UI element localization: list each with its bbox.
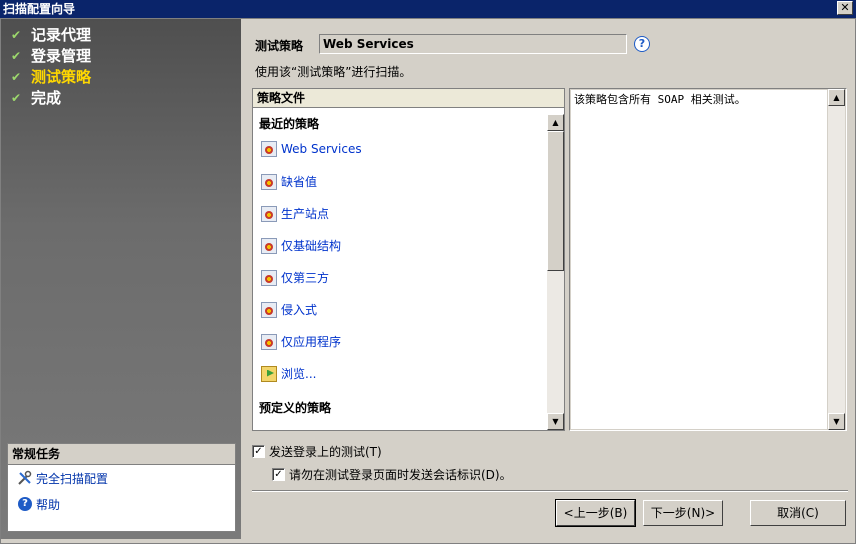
no-session-id-checkbox[interactable]: ✓ 请勿在测试登录页面时发送会话标识(D)。 [272,466,512,483]
tools-icon [16,470,34,486]
browse-link[interactable]: 浏览... [261,365,316,382]
common-tasks-header: 常规任务 [8,444,235,465]
help-question-icon[interactable]: ? [634,36,650,52]
scrollbar-thumb[interactable] [547,131,564,271]
policy-item-web-services[interactable]: Web Services [261,141,362,157]
policy-icon [261,205,277,222]
policy-item-third-party-only[interactable]: 仅第三方 [261,269,329,286]
checkmark-icon: ✔ [11,49,22,63]
task-help[interactable]: ? 帮助 [8,491,235,517]
step-login-management: ✔ 登录管理 [11,47,92,65]
checkmark-icon: ✔ [11,28,22,42]
step-finish: ✔ 完成 [11,89,62,107]
policy-files-panel: 策略文件 最近的策略 Web Services 缺省值 生产站点 仅基础结构 仅… [252,88,565,431]
policy-label: 测试策略 [255,39,304,53]
description-scrollbar[interactable]: ▲ ▼ [828,89,845,430]
policy-icon [261,269,277,286]
title-bar: 扫描配置向导 ✕ [0,0,856,18]
policy-icon [261,237,277,254]
scroll-up-icon[interactable]: ▲ [828,89,845,106]
policy-list-scrollbar[interactable]: ▲ ▼ [547,114,564,430]
next-button[interactable]: 下一步(N)> [643,500,723,526]
policy-instruction: 使用该“测试策略”进行扫描。 [255,65,412,79]
policy-item-production-site[interactable]: 生产站点 [261,205,329,222]
policy-item-invasive[interactable]: 侵入式 [261,301,317,318]
folder-open-icon [261,365,277,382]
checkbox-checked-icon: ✓ [252,445,265,458]
scroll-up-icon[interactable]: ▲ [547,114,564,131]
recent-policies-header: 最近的策略 [259,117,320,131]
help-icon: ? [16,496,34,512]
checkmark-icon: ✔ [11,91,22,105]
policy-field[interactable]: Web Services [319,34,627,54]
cancel-button[interactable]: 取消(C) [750,500,846,526]
policy-files-header: 策略文件 [253,89,564,108]
button-separator [252,490,848,492]
policy-item-infrastructure-only[interactable]: 仅基础结构 [261,237,341,254]
back-button[interactable]: <上一步(B) [555,499,636,527]
policy-icon [261,173,277,190]
send-login-tests-checkbox[interactable]: ✓ 发送登录上的测试(T) [252,443,382,460]
scroll-down-icon[interactable]: ▼ [547,413,564,430]
step-record-proxy: ✔ 记录代理 [11,26,92,44]
policy-description: 该策略包含所有 SOAP 相关测试。 [571,90,827,429]
task-full-scan-config[interactable]: 完全扫描配置 [8,465,235,491]
checkbox-checked-icon: ✓ [272,468,285,481]
common-tasks-panel: 常规任务 完全扫描配置 ? 帮助 [7,443,236,532]
window-title: 扫描配置向导 [3,2,76,16]
scroll-down-icon[interactable]: ▼ [828,413,845,430]
wizard-steps: ✔ 记录代理 ✔ 登录管理 ✔ 测试策略 ✔ 完成 [11,25,91,109]
policy-item-default[interactable]: 缺省值 [261,173,317,190]
predefined-policies-header: 预定义的策略 [259,401,332,415]
step-test-policy: ✔ 测试策略 [11,68,92,86]
policy-icon [261,301,277,318]
close-button[interactable]: ✕ [837,1,853,15]
policy-description-box: 该策略包含所有 SOAP 相关测试。 ▲ ▼ [569,88,847,431]
checkmark-icon: ✔ [11,70,22,84]
policy-icon [261,333,277,350]
policy-icon [261,141,277,157]
policy-item-application-only[interactable]: 仅应用程序 [261,333,341,350]
